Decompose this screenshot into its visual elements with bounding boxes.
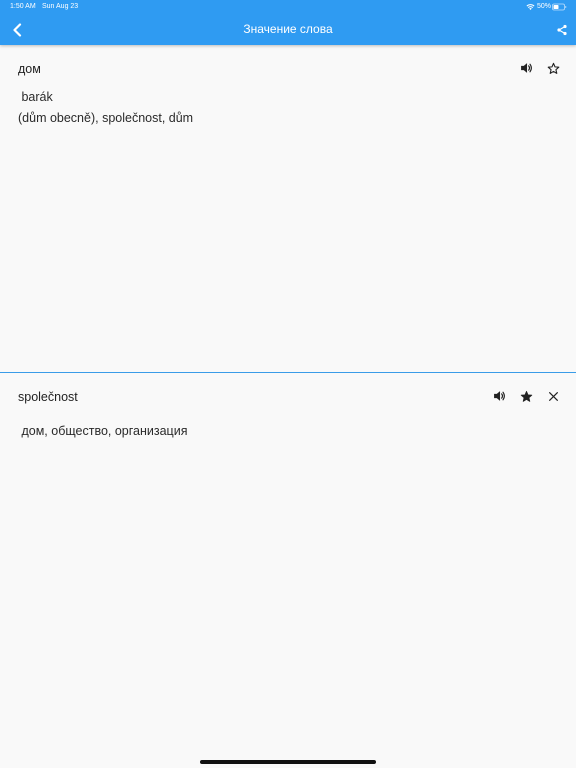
translation-line: (dům obecně), společnost, dům	[18, 111, 194, 125]
home-indicator[interactable]	[200, 760, 376, 764]
entry-word: дом	[18, 62, 41, 76]
favorite-button[interactable]	[517, 387, 535, 405]
translation-line: barák	[18, 90, 53, 104]
page-title: Значение слова	[243, 22, 333, 36]
share-button[interactable]	[552, 20, 572, 40]
favorite-button[interactable]	[544, 59, 562, 77]
entry-translation: дом, общество, организация	[18, 421, 187, 442]
entry-translation: barák (dům obecně), společnost, dům	[18, 87, 193, 129]
share-icon	[557, 24, 567, 36]
speaker-icon	[520, 63, 532, 73]
entry-pane-secondary: společnost дом, общество, организация	[0, 373, 576, 768]
entry-pane-primary: дом barák (dům obecně), společnost, dům	[0, 45, 576, 372]
speak-button[interactable]	[490, 387, 508, 405]
speak-button[interactable]	[517, 59, 535, 77]
status-date: Sun Aug 23	[42, 3, 79, 10]
entry-word: společnost	[18, 390, 78, 404]
translation-line: дом, общество, организация	[18, 424, 188, 438]
battery-icon	[552, 3, 567, 11]
word-meaning-screen: 1:50 AM Sun Aug 23 50% Значение слова до…	[0, 0, 576, 768]
wifi-icon	[526, 4, 535, 10]
navigation-bar: 1:50 AM Sun Aug 23 50% Значение слова	[0, 0, 576, 45]
close-button[interactable]	[544, 387, 562, 405]
battery-percentage: 50%	[537, 3, 552, 10]
close-icon	[548, 391, 558, 401]
star-filled-icon	[520, 390, 532, 402]
status-time: 1:50 AM	[10, 3, 36, 10]
star-outline-icon	[547, 62, 559, 74]
speaker-icon	[493, 391, 505, 401]
